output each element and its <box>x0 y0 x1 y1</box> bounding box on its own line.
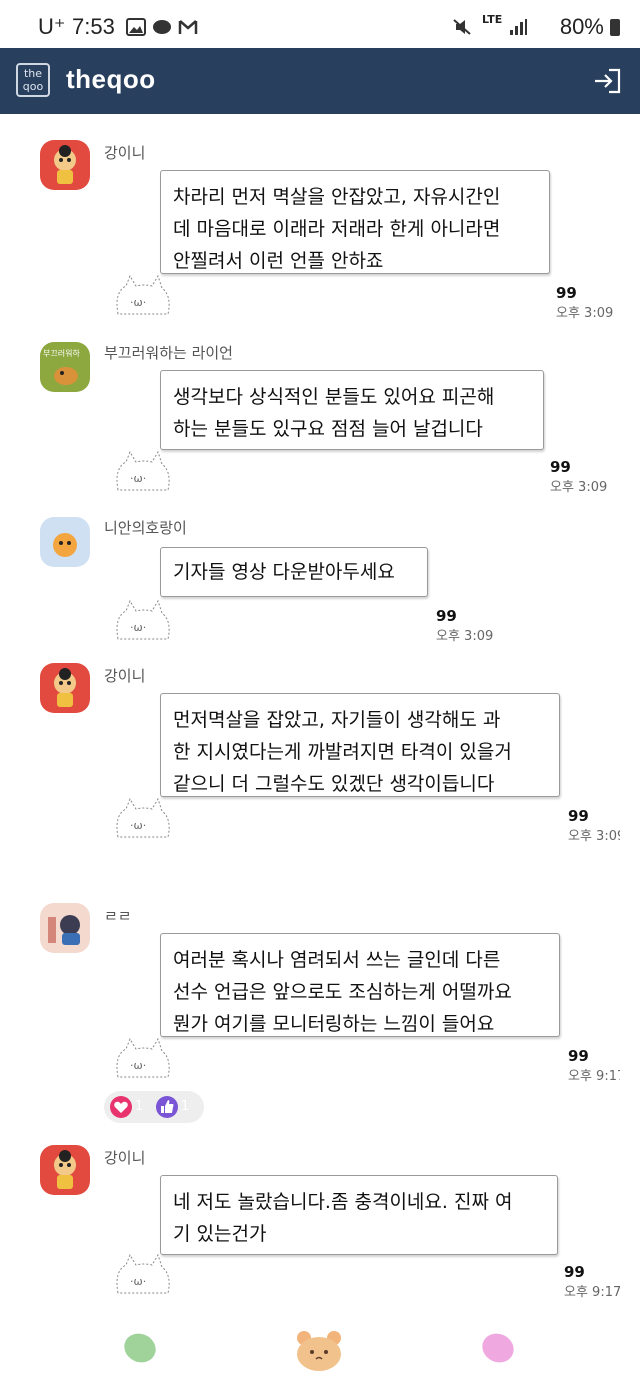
avatar[interactable]: 부끄러워하 <box>40 342 90 392</box>
svg-text:·ω·: ·ω· <box>130 296 146 309</box>
cat-emoticon-icon: ·ω· <box>116 274 170 315</box>
recommend-count[interactable]: 99 <box>568 1047 620 1065</box>
svg-text:·ω·: ·ω· <box>130 1275 146 1288</box>
ryan-character-icon: 부끄러워하 <box>43 348 80 385</box>
comment-time: 오후 3:09 <box>568 829 620 844</box>
comment-author[interactable]: ㄹㄹ <box>104 905 132 926</box>
comment-meta: 99 오후 3:09 <box>556 284 620 321</box>
comment-author[interactable]: 강이니 <box>104 665 145 686</box>
comment-bubble: 네 저도 놀랐습니다.좀 충격이네요. 진짜 여 기 있는건가 <box>160 1175 558 1255</box>
comment-meta: 99 오후 3:09 <box>568 807 620 844</box>
avatar[interactable] <box>40 517 90 567</box>
mute-icon <box>453 19 471 35</box>
recommend-count[interactable]: 99 <box>550 458 620 476</box>
thumbs-up-reaction-icon[interactable] <box>156 1096 178 1118</box>
recommend-count[interactable]: 99 <box>556 284 620 302</box>
comment-line: 데 마음대로 이래라 저래라 한게 아니라면 <box>173 218 501 240</box>
comment-author[interactable]: 강이니 <box>104 1147 145 1168</box>
battery-icon <box>610 19 620 36</box>
cat-emoticon-icon: ·ω· <box>116 599 170 640</box>
comment-bubble: 여러분 혹시나 염려되서 쓰는 글인데 다른 선수 언급은 앞으로도 조심하는게… <box>160 933 560 1037</box>
app-bar: the qoo theqoo <box>0 48 640 114</box>
app-title[interactable]: theqoo <box>66 64 156 95</box>
character-icon <box>54 668 76 707</box>
comment-author[interactable]: 강이니 <box>104 142 145 163</box>
comment-line: 여러분 혹시나 염려되서 쓰는 글인데 다른 <box>173 949 501 971</box>
avatar[interactable] <box>40 1145 90 1195</box>
battery-level: 80% <box>560 14 620 40</box>
comment-line: 선수 언급은 앞으로도 조심하는게 어떨까요 <box>173 981 512 1003</box>
comment-time: 오후 3:09 <box>556 306 614 321</box>
avatar-caption: 부끄러워하 <box>43 348 80 358</box>
bottom-decoration-bar <box>0 1318 640 1387</box>
comment-line: 뭔가 여기를 모니터링하는 느낌이 들어요 <box>173 1013 495 1035</box>
clock: 7:53 <box>72 14 115 39</box>
comment-bubble: 생각보다 상식적인 분들도 있어요 피곤해 하는 분들도 있구요 점점 늘어 날… <box>160 370 544 450</box>
carrier-label: U⁺ <box>38 14 66 39</box>
comment-meta: 99 오후 9:17 <box>564 1263 620 1300</box>
comment-line: 하는 분들도 있구요 점점 늘어 날겁니다 <box>173 418 483 440</box>
pink-bean-icon[interactable] <box>478 1328 518 1368</box>
comment-meta: 99 오후 9:17 <box>568 1047 620 1084</box>
character-icon <box>48 915 80 945</box>
gallery-icon <box>126 18 146 36</box>
avatar[interactable] <box>40 663 90 713</box>
signal-icon <box>510 19 527 35</box>
comment-bubble: 먼저멱살을 잡았고, 자기들이 생각해도 과 한 지시였다는게 까발려지면 타격… <box>160 693 560 797</box>
svg-text:·ω·: ·ω· <box>130 1059 146 1072</box>
comment-bubble: 차라리 먼저 멱살을 안잡았고, 자유시간인 데 마음대로 이래라 저래라 한게… <box>160 170 550 274</box>
reaction-bar[interactable]: 1 1 <box>104 1091 204 1123</box>
svg-text:·ω·: ·ω· <box>130 621 146 634</box>
tiger-character-icon <box>53 533 77 557</box>
heart-count: 1 <box>135 1099 144 1114</box>
green-bean-icon[interactable] <box>120 1328 160 1368</box>
cat-emoticon-icon: ·ω· <box>116 450 170 491</box>
avatar[interactable] <box>40 140 90 190</box>
cat-emoticon-icon: ·ω· <box>116 1253 170 1294</box>
comment-author[interactable]: 부끄러워하는 라이언 <box>104 342 233 363</box>
character-icon <box>54 145 76 184</box>
comment-line: 먼저멱살을 잡았고, 자기들이 생각해도 과 <box>173 709 501 731</box>
chat-bubble-icon <box>153 20 171 34</box>
svg-text:·ω·: ·ω· <box>130 819 146 832</box>
comment-meta: 99 오후 3:09 <box>436 607 516 644</box>
comment-bubble: 기자들 영상 다운받아두세요 <box>160 547 428 597</box>
cat-emoticon-icon: ·ω· <box>116 1037 170 1078</box>
heart-reaction-icon[interactable] <box>110 1096 132 1118</box>
comment-line: 기자들 영상 다운받아두세요 <box>173 561 395 583</box>
cat-emoticon-icon: ·ω· <box>116 797 170 838</box>
recommend-count[interactable]: 99 <box>564 1263 620 1281</box>
svg-text:·ω·: ·ω· <box>130 472 146 485</box>
comment-line: 생각보다 상식적인 분들도 있어요 피곤해 <box>173 386 495 408</box>
comment-line: 네 저도 놀랐습니다.좀 충격이네요. 진짜 여 <box>173 1191 513 1213</box>
character-icon <box>54 1150 76 1189</box>
gmail-icon <box>178 20 198 34</box>
comment-author[interactable]: 니안의호랑이 <box>104 517 187 538</box>
network-type: LTE <box>482 13 503 26</box>
comment-line: 기 있는건가 <box>173 1223 267 1245</box>
recommend-count[interactable]: 99 <box>436 607 516 625</box>
comment-line: 차라리 먼저 멱살을 안잡았고, 자유시간인 <box>173 186 501 208</box>
comment-time: 오후 3:09 <box>550 480 608 495</box>
theqoo-logo[interactable]: the qoo <box>16 63 50 97</box>
bear-face-icon[interactable] <box>292 1328 346 1374</box>
avatar[interactable] <box>40 903 90 953</box>
comment-line: 한 지시였다는게 까발려지면 타격이 있을거 <box>173 741 512 763</box>
comment-line: 같으니 더 그럴수도 있겠단 생각이듭니다 <box>173 773 495 795</box>
like-count: 1 <box>181 1099 190 1114</box>
comment-time: 오후 3:09 <box>436 629 494 644</box>
comment-line: 안찔려서 이런 언플 안하죠 <box>173 250 384 272</box>
login-icon[interactable] <box>592 68 622 94</box>
comment-time: 오후 9:17 <box>568 1069 620 1084</box>
recommend-count[interactable]: 99 <box>568 807 620 825</box>
status-bar: U⁺ 7:53 LTE 80% <box>0 0 640 48</box>
comment-meta: 99 오후 3:09 <box>550 458 620 495</box>
comment-time: 오후 9:17 <box>564 1285 620 1300</box>
